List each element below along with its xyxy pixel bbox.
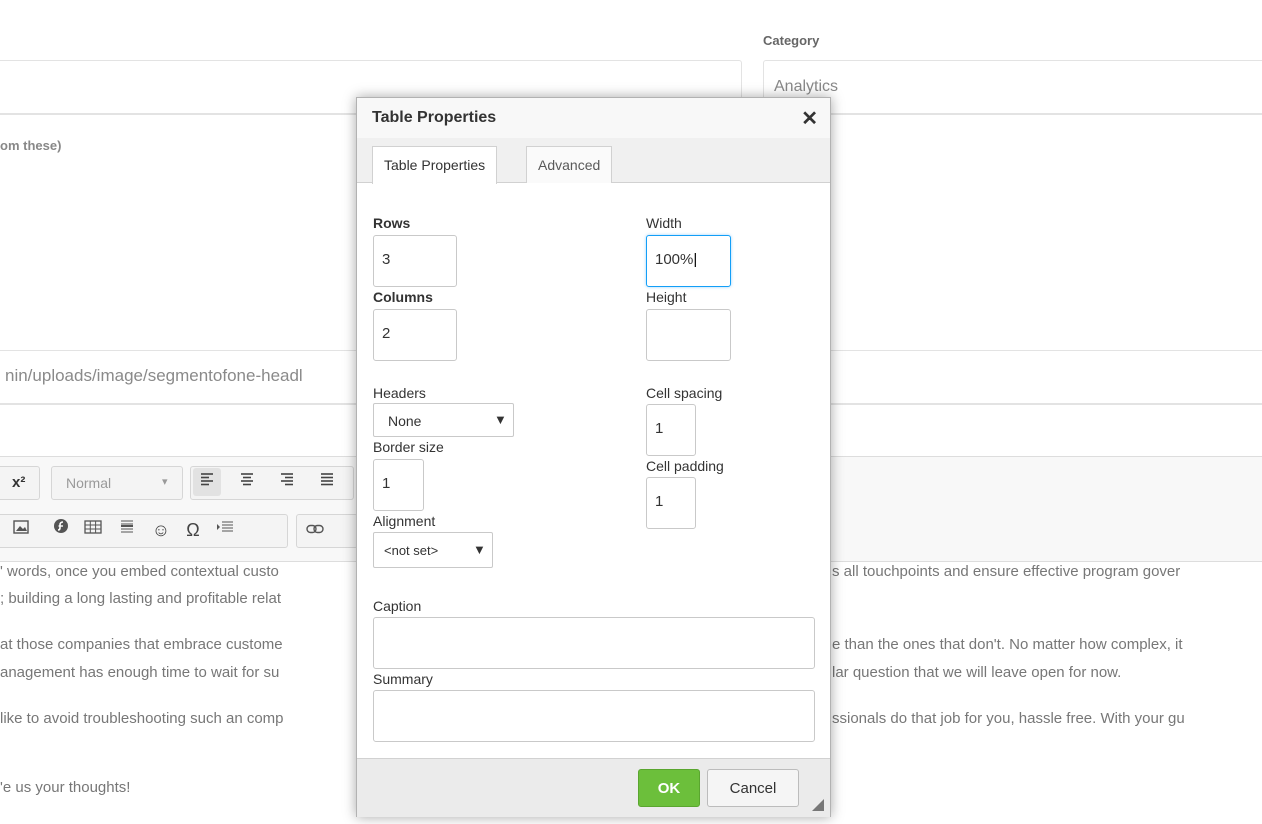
paragraph-line: anagement has enough time to wait for su <box>0 664 280 681</box>
alignment-value: <not set> <box>384 543 439 558</box>
summary-label: Summary <box>373 671 433 687</box>
toolbar-group-insert: ☺ Ω <box>0 514 288 548</box>
width-input[interactable]: 100%| <box>646 235 731 287</box>
alignment-select[interactable]: <not set> ▼ <box>373 532 493 568</box>
table-properties-dialog: Table Properties ✕ Table Properties Adva… <box>356 97 831 817</box>
columns-input[interactable]: 2 <box>373 309 457 361</box>
caret-down-icon: ▼ <box>494 412 507 427</box>
format-select[interactable]: Normal ▾ <box>51 466 183 500</box>
cancel-button[interactable]: Cancel <box>707 769 799 807</box>
image-path-value: nin/uploads/image/segmentofone-headl <box>5 366 303 385</box>
category-input[interactable]: Analytics <box>763 60 1262 114</box>
toolbar-group-link <box>296 514 358 548</box>
paragraph-line: ssionals do that job for you, hassle fre… <box>832 710 1185 727</box>
caret-down-icon: ▼ <box>473 542 486 557</box>
flash-icon[interactable] <box>47 516 75 544</box>
top-strip <box>0 0 1262 12</box>
link-icon[interactable] <box>301 516 329 544</box>
paragraph-line: s all touchpoints and ensure effective p… <box>832 563 1181 580</box>
smiley-icon[interactable]: ☺ <box>147 516 175 544</box>
tab-table-properties[interactable]: Table Properties <box>372 146 498 184</box>
paragraph-line: ' words, once you embed contextual custo <box>0 563 279 580</box>
toolbar-group-align <box>190 466 354 500</box>
paragraph-line: at those companies that embrace custome <box>0 636 283 653</box>
paragraph-line: like to avoid troubleshooting such an co… <box>0 710 284 727</box>
border-size-label: Border size <box>373 439 444 455</box>
close-icon[interactable]: ✕ <box>801 106 818 131</box>
category-label: Category <box>763 33 820 48</box>
iframe-icon[interactable] <box>211 516 239 544</box>
table-icon[interactable] <box>79 516 107 544</box>
caret-down-icon: ▾ <box>162 476 168 488</box>
border-size-input[interactable]: 1 <box>373 459 424 511</box>
alignment-label: Alignment <box>373 513 436 529</box>
dialog-title-bar[interactable]: Table Properties ✕ <box>357 98 830 139</box>
dialog-title: Table Properties <box>372 109 497 126</box>
height-label: Height <box>646 289 687 305</box>
dialog-footer: OK Cancel <box>357 758 830 817</box>
superscript-icon[interactable]: x² <box>12 474 25 491</box>
format-value: Normal <box>66 475 112 491</box>
rows-label: Rows <box>373 215 411 231</box>
headers-label: Headers <box>373 385 426 401</box>
cell-spacing-input[interactable]: 1 <box>646 404 696 456</box>
cell-spacing-label: Cell spacing <box>646 385 723 401</box>
paragraph-line: 'e us your thoughts! <box>0 779 131 796</box>
height-input[interactable] <box>646 309 731 361</box>
width-value: 100% <box>655 251 694 268</box>
columns-label: Columns <box>373 289 433 305</box>
summary-input[interactable] <box>373 690 815 742</box>
caption-input[interactable] <box>373 617 815 669</box>
description-hint: om these) <box>0 138 62 153</box>
category-value: Analytics <box>774 78 839 95</box>
tab-advanced[interactable]: Advanced <box>526 146 613 183</box>
align-left-icon[interactable] <box>193 468 221 496</box>
horizontal-line-icon[interactable] <box>113 516 141 544</box>
text-cursor: | <box>693 251 698 268</box>
align-center-icon[interactable] <box>233 468 261 496</box>
paragraph-line: lar question that we will leave open for… <box>832 664 1122 681</box>
image-icon[interactable] <box>7 516 35 544</box>
headers-select[interactable]: None ▼ <box>373 403 514 437</box>
omega-icon[interactable]: Ω <box>179 516 207 544</box>
width-label: Width <box>646 215 682 231</box>
align-justify-icon[interactable] <box>313 468 341 496</box>
cell-padding-label: Cell padding <box>646 458 724 474</box>
resize-handle-icon[interactable] <box>812 799 824 811</box>
caption-label: Caption <box>373 598 422 614</box>
align-right-icon[interactable] <box>273 468 301 496</box>
toolbar-group-script: x² <box>0 466 40 500</box>
headers-value: None <box>388 413 422 429</box>
paragraph-line: ; building a long lasting and profitable… <box>0 590 282 607</box>
cell-padding-input[interactable]: 1 <box>646 477 696 529</box>
rows-input[interactable]: 3 <box>373 235 457 287</box>
ok-button[interactable]: OK <box>638 769 700 807</box>
paragraph-line: e than the ones that don't. No matter ho… <box>832 636 1183 653</box>
